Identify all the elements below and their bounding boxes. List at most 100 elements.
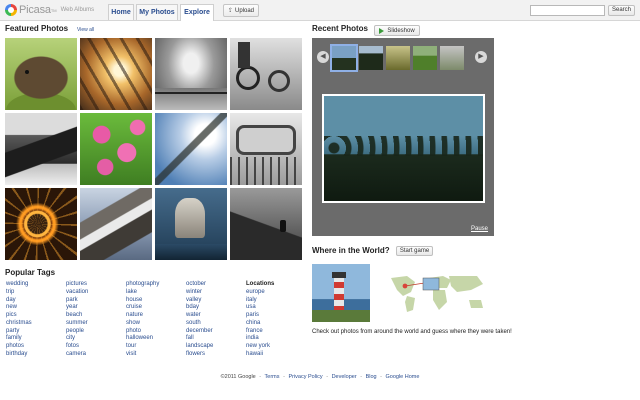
tag-link[interactable]: fotos <box>66 343 88 351</box>
tag-link[interactable]: birthday <box>6 351 32 359</box>
recent-thumb-sunny-trees[interactable] <box>386 46 410 70</box>
tag-link[interactable]: nature <box>126 312 159 320</box>
featured-photo-sunset-through-fence[interactable] <box>80 38 152 110</box>
picasa-logo[interactable]: Picasa TM Web Albums <box>5 3 94 17</box>
tag-link[interactable]: cruise <box>126 304 159 312</box>
map-pin-icon <box>402 283 408 289</box>
tag-link[interactable]: people <box>66 328 88 336</box>
tag-link[interactable]: landscape <box>186 343 213 351</box>
world-map[interactable] <box>385 270 491 315</box>
logo-text: Picasa <box>19 4 51 16</box>
location-link[interactable]: europe <box>246 289 274 297</box>
search-input[interactable] <box>530 5 605 16</box>
tag-link[interactable]: october <box>186 281 213 289</box>
location-link[interactable]: china <box>246 320 274 328</box>
featured-photo-pink-flowers[interactable] <box>80 113 152 185</box>
recent-thumb-green-field[interactable] <box>413 46 437 70</box>
featured-photo-rocky-islet[interactable] <box>80 188 152 260</box>
footer-link-terms[interactable]: Terms <box>265 374 280 380</box>
tag-link[interactable]: photos <box>6 343 32 351</box>
tag-link[interactable]: visit <box>126 351 159 359</box>
tag-link[interactable]: park <box>66 297 88 305</box>
tag-link[interactable]: city <box>66 335 88 343</box>
footer-link-privacy[interactable]: Privacy Policy <box>288 374 322 380</box>
location-link[interactable]: usa <box>246 304 274 312</box>
tag-link[interactable]: halloween <box>126 335 159 343</box>
chevron-left-icon[interactable]: ◀ <box>317 51 329 63</box>
location-link[interactable]: france <box>246 328 274 336</box>
tag-link[interactable]: fall <box>186 335 213 343</box>
view-all-link[interactable]: View all <box>77 27 94 33</box>
tag-link[interactable]: day <box>6 297 32 305</box>
featured-photo-hedgehog[interactable] <box>5 38 77 110</box>
upload-icon: ⇪ <box>227 8 233 14</box>
tag-link[interactable]: house <box>126 297 159 305</box>
tag-link[interactable]: beach <box>66 312 88 320</box>
footer-link-google-home[interactable]: Google Home <box>385 374 419 380</box>
featured-photo-mountain-cliff-bw[interactable] <box>5 113 77 185</box>
tag-link[interactable]: wedding <box>6 281 32 289</box>
tag-link[interactable]: photo <box>126 328 159 336</box>
featured-photo-person-on-rock[interactable] <box>230 188 302 260</box>
footer-link-developer[interactable]: Developer <box>332 374 357 380</box>
slideshow-label: Slideshow <box>387 27 415 34</box>
location-link[interactable]: paris <box>246 312 274 320</box>
map-photo-thumb <box>422 277 440 291</box>
location-link[interactable]: new york <box>246 343 274 351</box>
tag-link[interactable]: flowers <box>186 351 213 359</box>
start-game-button[interactable]: Start game <box>396 246 433 256</box>
tag-link[interactable]: south <box>186 320 213 328</box>
slideshow-button[interactable]: Slideshow <box>374 25 420 36</box>
featured-photo-tree-sky[interactable] <box>155 113 227 185</box>
location-link[interactable]: india <box>246 335 274 343</box>
tag-link[interactable]: trip <box>6 289 32 297</box>
tag-link[interactable]: show <box>126 320 159 328</box>
recent-photos-viewer: ◀ ▶ <box>312 38 494 236</box>
tag-link[interactable]: water <box>186 312 213 320</box>
location-link[interactable]: italy <box>246 297 274 305</box>
tag-link[interactable]: new <box>6 304 32 312</box>
tag-link[interactable]: year <box>66 304 88 312</box>
search-button[interactable]: Search <box>608 5 635 16</box>
tag-link[interactable]: summer <box>66 320 88 328</box>
featured-photo-heron-catching-fish[interactable] <box>155 188 227 260</box>
play-icon <box>379 27 385 34</box>
footer-link-blog[interactable]: Blog <box>366 374 377 380</box>
tag-link[interactable]: party <box>6 328 32 336</box>
tag-column-2: pictures vacation park year beach summer… <box>66 281 88 359</box>
world-game-photo[interactable] <box>312 264 370 322</box>
upload-label: Upload <box>235 7 255 14</box>
tag-link[interactable]: photography <box>126 281 159 289</box>
tag-link[interactable]: valley <box>186 297 213 305</box>
tag-link[interactable]: pics <box>6 312 32 320</box>
tag-link[interactable]: vacation <box>66 289 88 297</box>
copyright: ©2011 Google <box>220 374 256 380</box>
recent-thumb-misty-trees[interactable] <box>440 46 464 70</box>
tag-link[interactable]: winter <box>186 289 213 297</box>
tag-column-4: october winter valley bday water south d… <box>186 281 213 359</box>
tag-link[interactable]: tour <box>126 343 159 351</box>
recent-thumb-lake-forest[interactable] <box>330 44 358 72</box>
upload-button[interactable]: ⇪ Upload <box>223 4 259 17</box>
featured-photo-light-painting-orb[interactable] <box>5 188 77 260</box>
tab-my-photos[interactable]: My Photos <box>136 4 178 20</box>
tag-link[interactable]: lake <box>126 289 159 297</box>
featured-photo-bicycles-bw[interactable] <box>230 38 302 110</box>
featured-photo-observation-wheel[interactable] <box>230 113 302 185</box>
chevron-right-icon[interactable]: ▶ <box>475 51 487 63</box>
tag-link[interactable]: december <box>186 328 213 336</box>
picasa-logo-icon <box>5 4 17 16</box>
tag-link[interactable]: camera <box>66 351 88 359</box>
recent-thumb-dark-forest[interactable] <box>359 46 383 70</box>
tag-link[interactable]: christmas <box>6 320 32 328</box>
tag-link[interactable]: pictures <box>66 281 88 289</box>
tab-home[interactable]: Home <box>108 4 134 20</box>
recent-photos-title: Recent Photos <box>312 24 369 33</box>
featured-photo-stormy-clouds-pier[interactable] <box>155 38 227 110</box>
tab-explore[interactable]: Explore <box>180 4 214 21</box>
tag-link[interactable]: family <box>6 335 32 343</box>
location-link[interactable]: hawaii <box>246 351 274 359</box>
recent-main-photo[interactable] <box>322 94 485 203</box>
tag-link[interactable]: bday <box>186 304 213 312</box>
pause-link[interactable]: Pause <box>471 226 488 232</box>
